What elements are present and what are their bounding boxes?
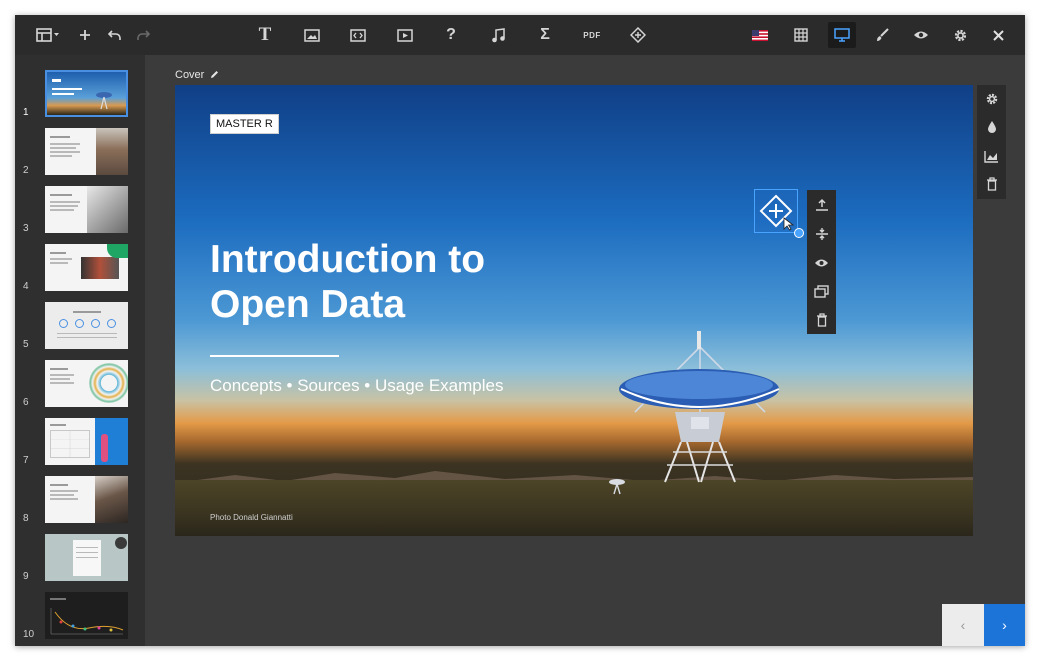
align-icon[interactable] (807, 219, 836, 248)
slide-number: 2 (23, 165, 29, 176)
slide-canvas[interactable]: MASTER R Introduction to Open Data Conce… (175, 85, 973, 536)
photo-credit[interactable]: Photo Donald Giannatti (210, 513, 293, 522)
slide-number: 5 (23, 339, 29, 350)
duplicate-icon[interactable] (807, 277, 836, 306)
slide-title[interactable]: Introduction to Open Data (210, 237, 570, 327)
slide-thumbnail-9[interactable]: 9 (15, 534, 145, 582)
title-divider (210, 355, 339, 357)
cursor-arrow-icon (783, 217, 795, 231)
pencil-icon[interactable] (210, 70, 219, 82)
thumbnail-image (45, 360, 128, 407)
resize-handle[interactable] (794, 228, 804, 238)
thumbnail-image (45, 302, 128, 349)
slide-number: 4 (23, 281, 29, 292)
text-icon[interactable]: T (251, 22, 279, 48)
slide-thumbnail-10[interactable]: 10 (15, 592, 145, 640)
redo-icon[interactable] (129, 22, 157, 48)
title-line-2: Open Data (210, 283, 406, 326)
slide-number: 6 (23, 397, 29, 408)
slide-thumbnail-8[interactable]: 8 (15, 476, 145, 524)
thumbnail-image (45, 476, 128, 523)
presentation-icon[interactable] (828, 22, 856, 48)
video-icon[interactable] (391, 22, 419, 48)
question-icon[interactable]: ? (437, 22, 465, 48)
trash-icon[interactable] (807, 305, 836, 334)
slide-number: 3 (23, 223, 29, 234)
drop-icon[interactable] (977, 113, 1006, 141)
layout-icon[interactable] (31, 22, 65, 48)
grid-icon[interactable] (787, 22, 815, 48)
element-toolbar (807, 190, 836, 334)
visibility-icon[interactable] (807, 248, 836, 277)
top-toolbar: T ? Σ PDF (15, 15, 1025, 55)
thumbnail-image (45, 186, 128, 233)
slide-name-label[interactable]: Cover (175, 69, 219, 82)
slide-number: 9 (23, 571, 29, 582)
slide-sidebar: 1 2 3 4 5 6 7 8 9 10 (15, 55, 145, 646)
thumbnail-image (45, 534, 128, 581)
slide-thumbnail-4[interactable]: 4 (15, 244, 145, 292)
music-icon[interactable] (484, 22, 512, 48)
hotspot-icon[interactable] (624, 22, 652, 48)
editor-window: T ? Σ PDF 1 2 3 4 5 6 7 8 9 10 Cover MAS… (15, 15, 1025, 646)
chevron-right-icon: › (1002, 617, 1007, 633)
gear-icon[interactable] (977, 85, 1006, 113)
slide-thumbnail-7[interactable]: 7 (15, 418, 145, 466)
slide-thumbnail-3[interactable]: 3 (15, 186, 145, 234)
master-tag[interactable]: MASTER R (210, 114, 279, 134)
thumbnail-image (45, 592, 128, 639)
undo-icon[interactable] (101, 22, 129, 48)
desert-ground (175, 480, 973, 536)
us-flag-icon[interactable] (746, 22, 774, 48)
slide-thumbnail-1[interactable]: 1 (15, 70, 145, 118)
slide-subtitle[interactable]: Concepts • Sources • Usage Examples (210, 376, 503, 396)
slide-toolbar (977, 85, 1006, 199)
slide-thumbnail-2[interactable]: 2 (15, 128, 145, 176)
eye-icon[interactable] (907, 22, 935, 48)
slide-number: 10 (23, 629, 35, 640)
slide-thumbnail-5[interactable]: 5 (15, 302, 145, 350)
slide-number: 8 (23, 513, 29, 524)
embed-code-icon[interactable] (344, 22, 372, 48)
selected-hotspot-element[interactable] (754, 189, 798, 233)
previous-slide-button[interactable]: ‹ (942, 604, 984, 646)
close-icon[interactable] (984, 22, 1012, 48)
chevron-left-icon: ‹ (960, 617, 966, 633)
thumbnail-image (45, 128, 128, 175)
thumbnail-image (45, 418, 128, 465)
pdf-icon[interactable]: PDF (578, 22, 606, 48)
slide-number: 1 (23, 107, 29, 118)
small-telescope-image (609, 479, 625, 495)
thumbnail-image (45, 244, 128, 291)
chart-icon[interactable] (977, 142, 1006, 170)
next-slide-button[interactable]: › (984, 604, 1025, 646)
trash-icon[interactable] (977, 170, 1006, 198)
gear-icon[interactable] (946, 22, 974, 48)
radio-telescope-image (619, 331, 780, 483)
add-icon[interactable] (71, 22, 99, 48)
brush-icon[interactable] (868, 22, 896, 48)
slide-thumbnail-6[interactable]: 6 (15, 360, 145, 408)
bring-forward-icon[interactable] (807, 190, 836, 219)
slide-number: 7 (23, 455, 29, 466)
image-icon[interactable] (298, 22, 326, 48)
thumbnail-image (45, 70, 128, 117)
title-line-1: Introduction to (210, 238, 486, 281)
slide-name: Cover (175, 69, 205, 81)
sigma-icon[interactable]: Σ (531, 22, 559, 48)
